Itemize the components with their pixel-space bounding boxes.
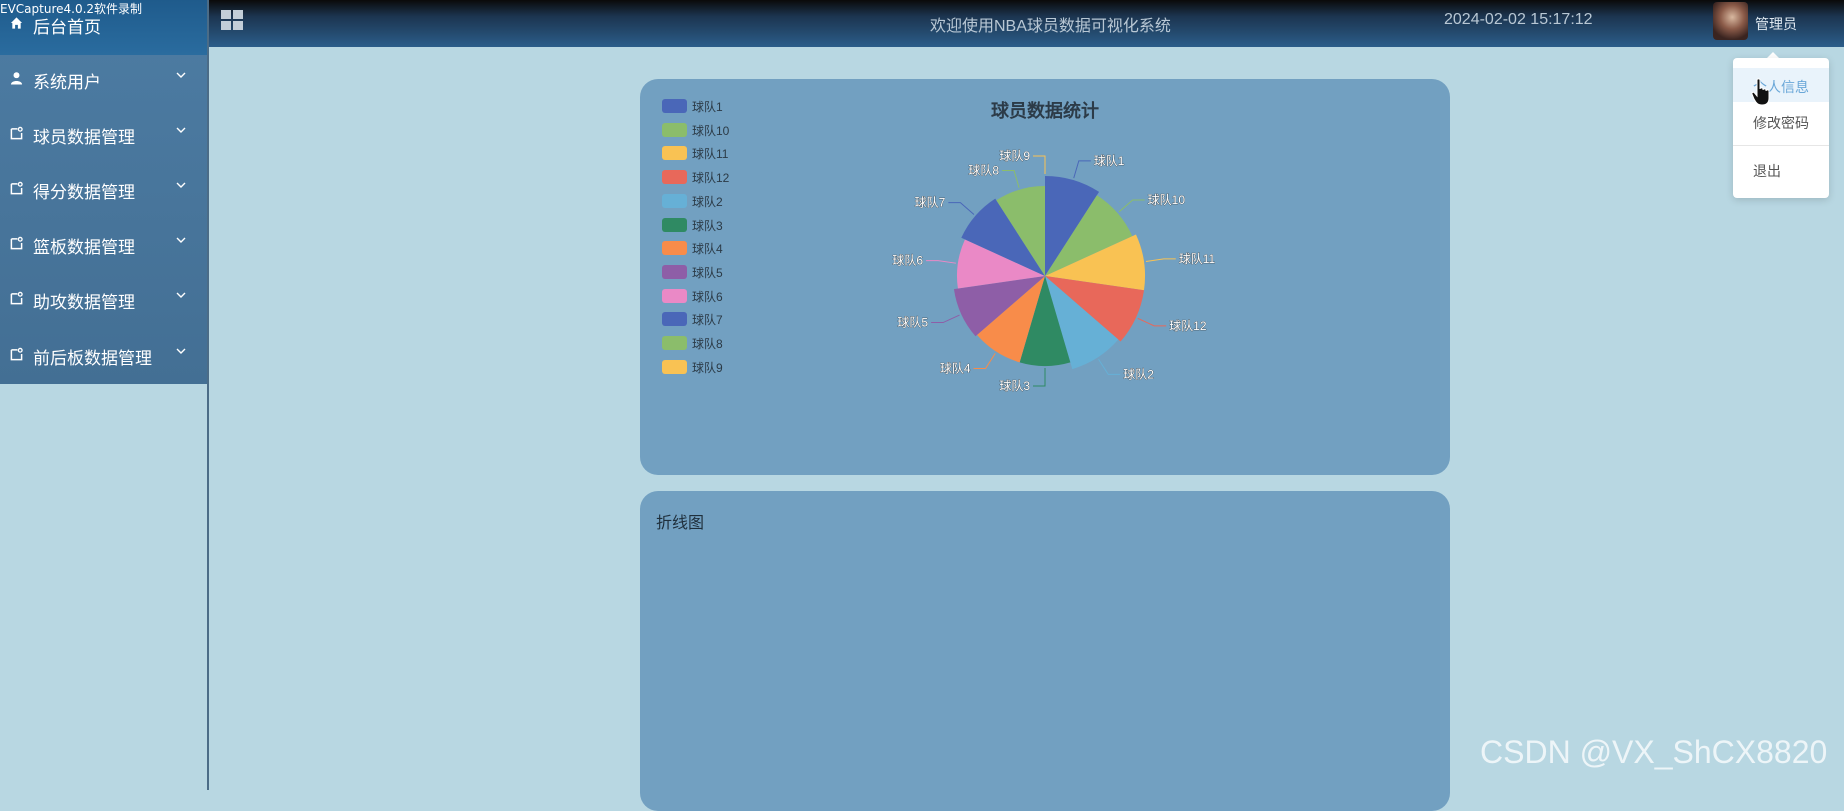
slice-label: 球队7 — [915, 195, 946, 210]
doc-icon — [10, 181, 23, 195]
sidebar-item-label: 助攻数据管理 — [33, 293, 135, 312]
system-title: 欢迎使用NBA球员数据可视化系统 — [930, 18, 1171, 35]
sidebar-item-users[interactable]: 系统用户 — [0, 52, 207, 107]
dropdown-item-change-password[interactable]: 修改密码 — [1733, 104, 1829, 138]
avatar[interactable] — [1713, 2, 1748, 40]
chevron-down-icon — [176, 348, 186, 354]
datetime-display: 2024-02-02 15:17:12 — [1444, 11, 1593, 28]
pie-chart-panel: 球员数据统计 球队1 球队10 球队11 球队12 球队2 球队3 球队4 球队5 球队6 球队7… — [640, 79, 1450, 475]
doc-icon — [10, 291, 23, 305]
label-leader-line — [1002, 169, 1020, 188]
slice-label: 球队11 — [1179, 251, 1216, 266]
line-chart-panel: 折线图 — [640, 491, 1450, 811]
sidebar-menu: 后台首页 系统用户 球员数据管理 得分数据管理 篮板数据管理 助攻数据管理 前后… — [0, 0, 207, 384]
sidebar-item-label: 前后板数据管理 — [33, 349, 152, 368]
label-leader-line — [1118, 199, 1145, 213]
label-leader-line — [1145, 258, 1176, 262]
label-leader-line — [1098, 359, 1121, 375]
sidebar-item-player-data[interactable]: 球员数据管理 — [0, 107, 207, 162]
chevron-down-icon — [176, 72, 186, 78]
username-menu[interactable]: 管理员 — [1755, 14, 1797, 34]
label-leader-line — [926, 260, 956, 264]
slice-label: 球队1 — [1094, 153, 1125, 168]
line-chart-title: 折线图 — [656, 515, 705, 532]
label-leader-line — [1033, 155, 1046, 174]
home-icon — [10, 17, 23, 29]
label-leader-line — [1073, 160, 1091, 179]
slice-label: 球队10 — [1148, 192, 1186, 207]
hand-cursor-icon — [1751, 78, 1770, 106]
slice-label: 球队6 — [892, 253, 923, 268]
dropdown-item-profile[interactable]: 个人信息 — [1733, 68, 1829, 102]
dropdown-item-label: 修改密码 — [1753, 115, 1809, 131]
label-leader-line — [948, 202, 975, 215]
slice-label: 球队12 — [1169, 318, 1207, 333]
menu-toggle-icon[interactable] — [221, 10, 245, 32]
sidebar-item-score-data[interactable]: 得分数据管理 — [0, 162, 207, 217]
user-icon — [10, 72, 23, 85]
sidebar-item-label: 系统用户 — [33, 73, 101, 92]
top-bar: 欢迎使用NBA球员数据可视化系统 2024-02-02 15:17:12 管理员 — [0, 0, 1844, 47]
slice-label: 球队5 — [897, 315, 928, 330]
sidebar-item-rebound-data[interactable]: 篮板数据管理 — [0, 217, 207, 272]
sidebar-item-assist-data[interactable]: 助攻数据管理 — [0, 272, 207, 327]
label-leader-line — [973, 353, 996, 370]
sidebar-item-label: 篮板数据管理 — [33, 238, 135, 257]
dropdown-divider — [1733, 145, 1829, 146]
label-leader-line — [1033, 368, 1046, 387]
slice-label: 球队2 — [1123, 366, 1154, 381]
chevron-down-icon — [176, 237, 186, 243]
user-dropdown: 个人信息 修改密码 退出 — [1733, 58, 1829, 198]
slice-label: 球队8 — [968, 162, 999, 177]
dropdown-item-logout[interactable]: 退出 — [1733, 152, 1829, 186]
label-leader-line — [931, 314, 960, 324]
doc-icon — [10, 126, 23, 140]
chevron-down-icon — [176, 127, 186, 133]
slice-label: 球队3 — [999, 378, 1030, 393]
label-leader-line — [1137, 317, 1167, 327]
slice-label: 球队4 — [940, 361, 971, 376]
chevron-down-icon — [176, 182, 186, 188]
doc-icon — [10, 347, 23, 361]
dropdown-item-label: 退出 — [1753, 163, 1781, 179]
slice-label: 球队9 — [999, 148, 1030, 163]
doc-icon — [10, 236, 23, 250]
recorder-overlay-text: EVCapture4.0.2软件录制 — [0, 2, 143, 16]
sidebar-item-front-back-board[interactable]: 前后板数据管理 — [0, 328, 207, 383]
sidebar: 后台首页 系统用户 球员数据管理 得分数据管理 篮板数据管理 助攻数据管理 前后… — [0, 0, 209, 790]
sidebar-item-label: 得分数据管理 — [33, 183, 135, 202]
watermark: CSDN @VX_ShCX8820 — [1480, 734, 1828, 770]
pie-chart: 球队1 球队10 球队11 球队12 球队2 球队3 球队4 球队5 球队6 球队7 球队8球队9 — [892, 148, 1216, 394]
sidebar-item-label: 球员数据管理 — [33, 128, 135, 147]
chevron-down-icon — [176, 292, 186, 298]
